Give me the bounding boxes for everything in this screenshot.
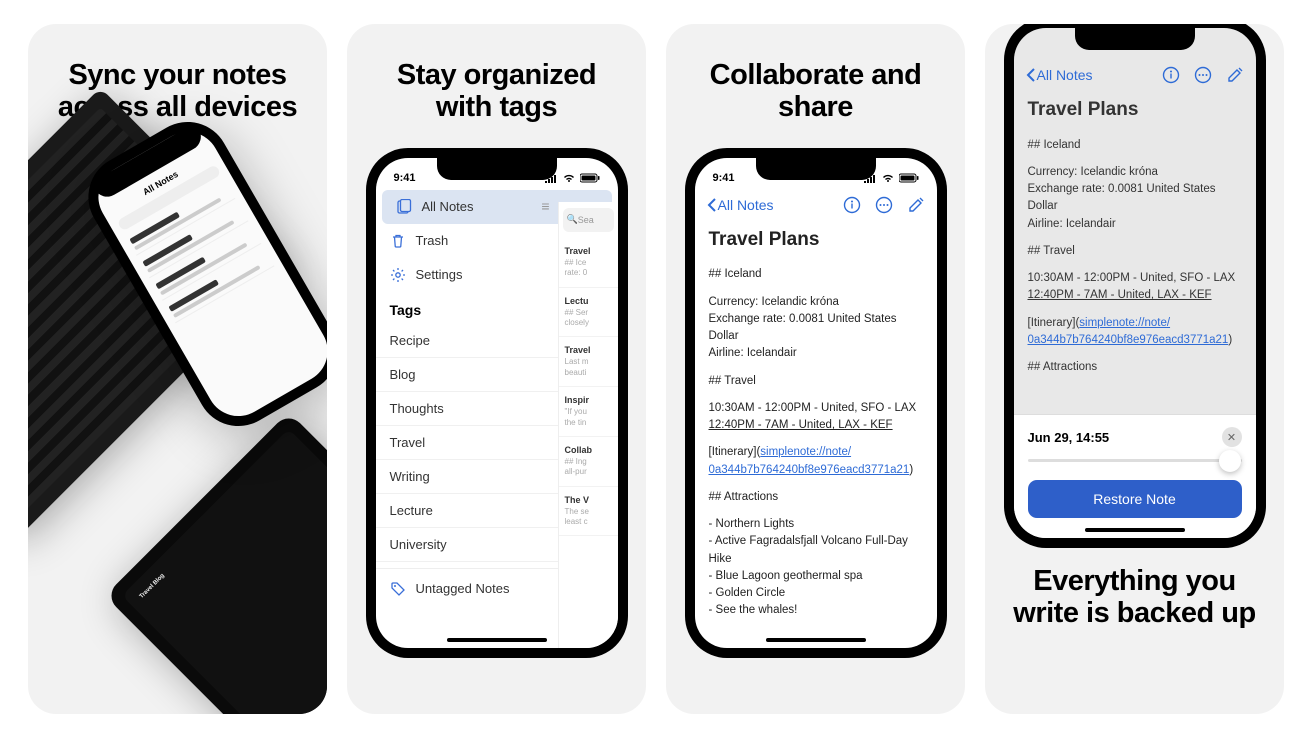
sidebar-item-label: Settings [416,267,463,282]
compose-icon[interactable] [1226,66,1244,84]
hamburger-icon[interactable]: ≡ [541,198,549,214]
note-content[interactable]: Travel Plans ## Iceland Currency: Icelan… [695,222,937,624]
promo-card-tags: Stay organizedwith tags 9:41 ≡ All Notes… [347,24,646,714]
promo-card-collaborate: Collaborate andshare 9:41 All Notes [666,24,965,714]
chevron-left-icon [707,198,716,212]
status-time: 9:41 [713,172,735,184]
home-indicator [766,638,866,642]
more-icon[interactable] [875,196,893,214]
list-item[interactable]: Lectu## Serclosely [559,288,618,338]
close-icon[interactable]: ✕ [1222,427,1242,447]
list-item[interactable]: Collab## Ingall-pur [559,437,618,487]
card-heading: Stay organizedwith tags [347,24,646,124]
card-heading: Collaborate andshare [666,24,965,124]
more-icon[interactable] [1194,66,1212,84]
gear-icon [390,267,406,283]
battery-icon [580,173,600,183]
promo-card-sync: Sync your notesacross all devices Travel… [28,24,327,714]
phone-mockup: All Notes Travel Plans ## Iceland Curren… [1004,24,1266,548]
note-title: Travel Plans [709,226,923,255]
home-indicator [447,638,547,642]
tablet-mockup: Travel Blog [105,412,327,714]
chevron-left-icon [1026,68,1035,82]
list-item[interactable]: TravelLast mbeauti [559,337,618,387]
sidebar-item-label: Trash [416,233,449,248]
card-heading: Sync your notesacross all devices [28,24,327,124]
trash-icon [390,233,406,249]
info-icon[interactable] [1162,66,1180,84]
phone-mockup: 9:41 ≡ All Notes Trash Settings [366,148,628,658]
version-timestamp: Jun 29, 14:55 [1028,430,1110,445]
list-item[interactable]: Inspir"If youthe tin [559,387,618,437]
version-history-panel: Jun 29, 14:55 ✕ Restore Note [1014,414,1256,538]
slider-thumb[interactable] [1219,450,1241,472]
search-input[interactable]: 🔍 Sea [563,208,614,232]
promo-card-backup: All Notes Travel Plans ## Iceland Curren… [985,24,1284,714]
info-icon[interactable] [843,196,861,214]
list-item[interactable]: Travel## Icerate: 0 [559,238,618,288]
wifi-icon [562,173,576,183]
status-time: 9:41 [394,172,416,184]
note-content: Travel Plans ## Iceland Currency: Icelan… [1014,92,1256,390]
tags-heading: Tags [390,302,422,318]
note-title: Travel Plans [1028,96,1242,125]
wifi-icon [881,173,895,183]
compose-icon[interactable] [907,196,925,214]
notes-icon [396,199,412,215]
home-indicator [1085,528,1185,532]
restore-note-button[interactable]: Restore Note [1028,480,1242,518]
back-button[interactable]: All Notes [1026,67,1093,83]
back-button[interactable]: All Notes [707,197,774,213]
card-heading: Everything youwrite is backed up [985,566,1284,654]
phone-mockup: 9:41 All Notes Travel P [685,148,947,658]
list-item[interactable]: The VThe seleast c [559,487,618,537]
devices-collage: Travel Blog All Notes [28,144,327,714]
sidebar-item-label: All Notes [422,199,474,214]
notes-list-partial: 🔍 Sea 📌 Travel## Icerate: 0Lectu## Sercl… [558,202,618,648]
sidebar-item-label: Untagged Notes [416,581,510,596]
version-slider[interactable] [1028,459,1242,462]
battery-icon [899,173,919,183]
tag-icon [390,581,406,597]
